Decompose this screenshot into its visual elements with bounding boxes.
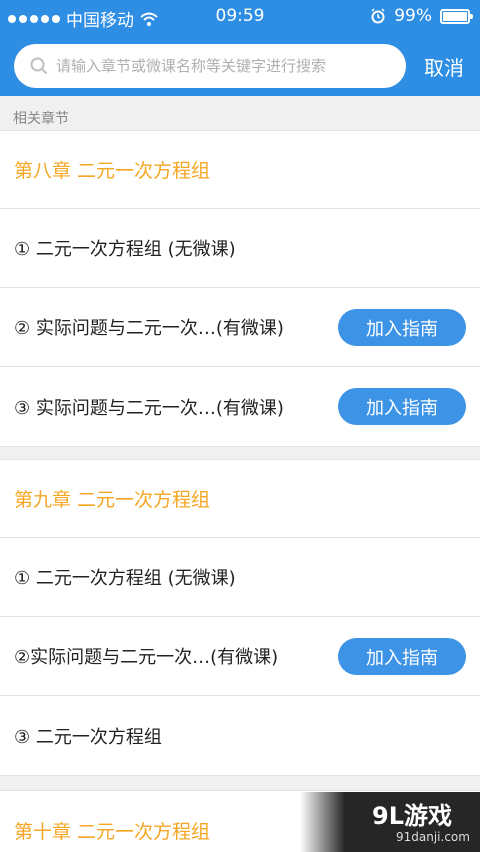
section-label: 相关章节 xyxy=(13,111,69,127)
status-right: 99% xyxy=(370,6,473,26)
chapter-card: 第九章 二元一次方程组 ① 二元一次方程组 (无微课) ②实际问题与二元一次…(… xyxy=(0,459,480,776)
list-item[interactable]: ① 二元一次方程组 (无微课) xyxy=(0,209,480,288)
watermark-sub: 91danji.com xyxy=(396,830,470,844)
cancel-button[interactable]: 取消 xyxy=(424,52,464,81)
lesson-label: ②实际问题与二元一次…(有微课) xyxy=(14,647,279,668)
chapter-title[interactable]: 第九章 二元一次方程组 xyxy=(0,460,480,538)
status-bar: 中国移动 09:59 99% xyxy=(0,0,480,34)
battery-percent: 99% xyxy=(394,6,432,26)
list-item[interactable]: ③ 实际问题与二元一次…(有微课) 加入指南 xyxy=(0,367,480,446)
search-input[interactable] xyxy=(56,57,396,75)
battery-icon xyxy=(440,8,473,24)
alarm-icon xyxy=(371,8,385,24)
top-bar: 中国移动 09:59 99% 取消 xyxy=(0,0,480,96)
watermark-logo: 9L游戏 91danji.com xyxy=(300,792,480,852)
search-box[interactable] xyxy=(14,44,406,88)
list-item[interactable]: ① 二元一次方程组 (无微课) xyxy=(0,538,480,617)
add-to-guide-button[interactable]: 加入指南 xyxy=(338,638,466,675)
search-icon xyxy=(30,57,48,75)
list-item[interactable]: ③ 二元一次方程组 xyxy=(0,696,480,775)
add-to-guide-button[interactable]: 加入指南 xyxy=(338,309,466,346)
chapter-title[interactable]: 第八章 二元一次方程组 xyxy=(0,131,480,209)
lesson-label: ① 二元一次方程组 (无微课) xyxy=(14,239,236,260)
list-item[interactable]: ② 实际问题与二元一次…(有微课) 加入指南 xyxy=(0,288,480,367)
watermark-main: 9L游戏 xyxy=(372,802,452,830)
add-to-guide-button[interactable]: 加入指南 xyxy=(338,388,466,425)
chapter-card: 第八章 二元一次方程组 ① 二元一次方程组 (无微课) ② 实际问题与二元一次…… xyxy=(0,130,480,447)
lesson-label: ③ 实际问题与二元一次…(有微课) xyxy=(14,397,284,419)
lesson-label: ③ 二元一次方程组 xyxy=(14,726,162,748)
list-item[interactable]: ②实际问题与二元一次…(有微课) 加入指南 xyxy=(0,617,480,696)
lesson-label: ② 实际问题与二元一次…(有微课) xyxy=(14,318,284,339)
battery-fill xyxy=(443,11,467,21)
lesson-label: ① 二元一次方程组 (无微课) xyxy=(14,568,236,589)
